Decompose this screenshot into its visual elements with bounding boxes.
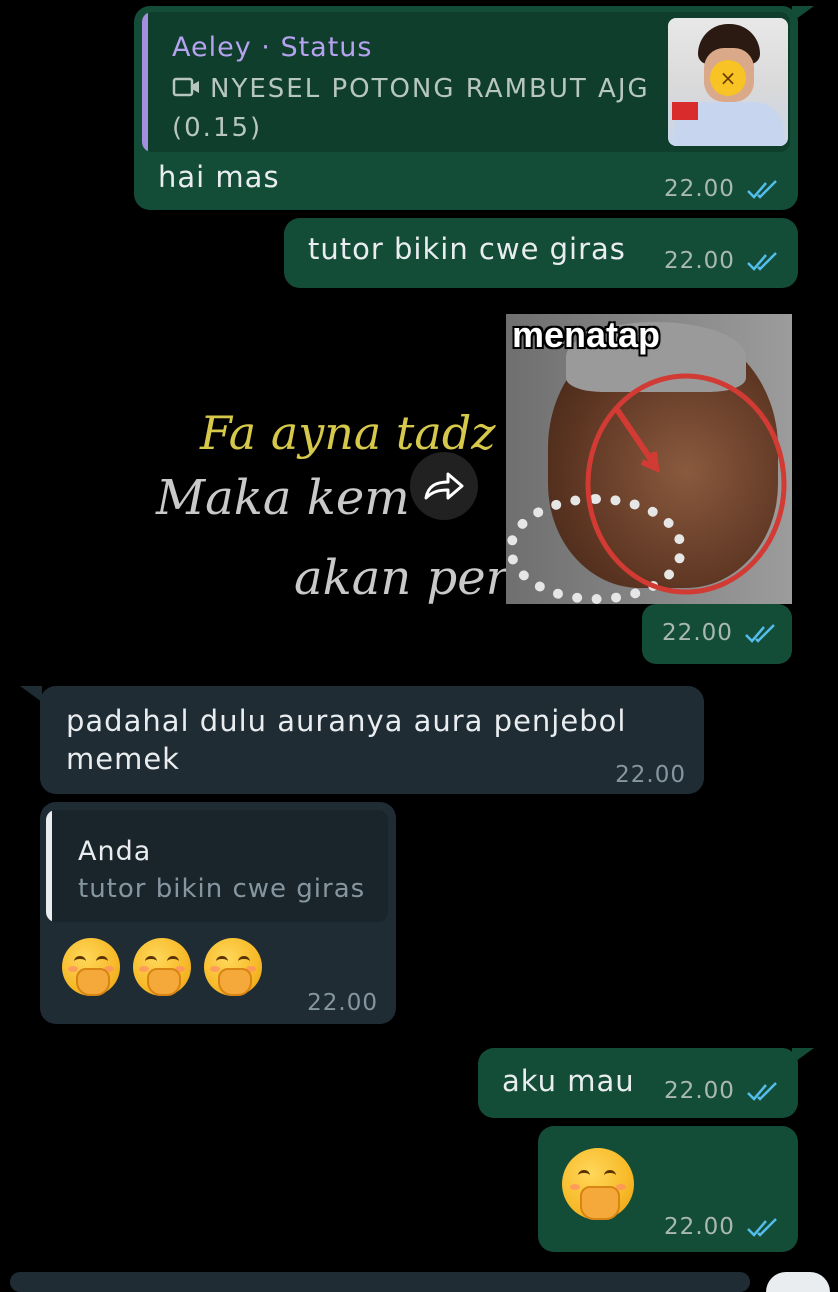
bubble-tail: [20, 686, 42, 702]
double-check-icon: [746, 1217, 780, 1243]
message-meta: 22.00: [662, 620, 778, 649]
message-text: padahal dulu auranya aura penjebol memek: [66, 704, 627, 776]
quote-text: tutor bikin cwe giras: [78, 874, 366, 904]
message-input-bar[interactable]: [10, 1272, 750, 1292]
wallpaper-line-3: akan per: [294, 550, 509, 606]
message-meta: 22.00: [664, 1078, 780, 1107]
video-icon: [172, 71, 202, 109]
face-with-hand-over-mouth-emoji: [204, 938, 263, 996]
quote-author: Aeley · Status: [172, 32, 373, 63]
face-with-hand-over-mouth-emoji: [133, 938, 192, 996]
send-button[interactable]: [766, 1272, 830, 1292]
message-text: tutor bikin cwe giras: [308, 232, 626, 266]
sticker-caption: menatap: [512, 314, 661, 355]
sticker-image[interactable]: menatap: [506, 314, 792, 604]
message-time: 22.00: [664, 1078, 735, 1104]
confounded-emoji-icon: ×: [710, 60, 746, 96]
status-thumbnail[interactable]: ×: [668, 18, 788, 146]
message-meta: 22.00: [664, 1214, 780, 1243]
wallpaper-line-2: Maka kem: [156, 470, 410, 526]
message-bubble-outgoing[interactable]: tutor bikin cwe giras 22.00: [284, 218, 798, 288]
face-with-hand-over-mouth-emoji: [62, 938, 120, 996]
double-check-icon: [746, 179, 780, 205]
message-bubble-outgoing[interactable]: aku mau 22.00: [478, 1048, 798, 1118]
quote-author: Anda: [78, 836, 152, 867]
message-meta: 22.00: [664, 248, 780, 277]
reply-quote[interactable]: Anda tutor bikin cwe giras: [46, 810, 388, 922]
red-circle-annotation: [585, 373, 787, 595]
message-time: 22.00: [662, 620, 733, 646]
quote-text-row: NYESEL POTONG RAMBUT AJG (0.15): [172, 70, 652, 147]
forward-button[interactable]: [410, 452, 478, 520]
message-text: aku mau: [502, 1064, 635, 1098]
message-bubble-incoming[interactable]: Anda tutor bikin cwe giras 22.00: [40, 802, 396, 1024]
message-time: 22.00: [664, 1214, 735, 1240]
double-check-icon: [746, 251, 780, 277]
message-time: 22.00: [664, 248, 735, 274]
quote-accent-bar: [142, 12, 148, 152]
quote-text: NYESEL POTONG RAMBUT AJG (0.15): [172, 74, 650, 143]
message-bubble-outgoing[interactable]: 22.00: [538, 1126, 798, 1252]
message-meta: 22.00: [664, 176, 780, 205]
forward-icon: [424, 472, 464, 500]
message-time: 22.00: [307, 990, 378, 1016]
status-reply-quote[interactable]: Aeley · Status NYESEL POTONG RAMBUT AJG …: [142, 12, 790, 152]
message-bubble-incoming[interactable]: padahal dulu auranya aura penjebol memek…: [40, 686, 704, 794]
emoji-row: [62, 938, 263, 996]
message-text: hai mas: [158, 160, 280, 194]
sticker-time-badge: 22.00: [642, 604, 792, 664]
message-time: 22.00: [664, 176, 735, 202]
background-sign: [672, 102, 698, 120]
message-time: 22.00: [615, 762, 686, 788]
double-check-icon: [744, 623, 778, 649]
message-bubble-outgoing[interactable]: Aeley · Status NYESEL POTONG RAMBUT AJG …: [134, 6, 798, 210]
face-with-hand-over-mouth-emoji: [562, 1148, 634, 1220]
quote-accent-bar: [46, 810, 52, 922]
double-check-icon: [746, 1081, 780, 1107]
